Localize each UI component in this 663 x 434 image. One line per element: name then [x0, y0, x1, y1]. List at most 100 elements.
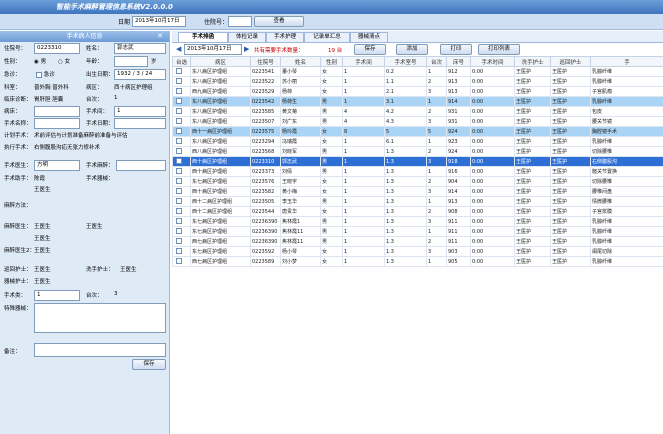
gender-female-radio[interactable]: ○ 女 [58, 57, 70, 65]
row-select-cell[interactable] [172, 66, 191, 77]
tab-schedule[interactable]: 手术排函 [178, 32, 228, 42]
table-row[interactable]: 东八病区护理组 0223507 刘广东男 4 4.3 3 931 0:00 王医护 王医护 腰关节镜 [172, 116, 663, 127]
table-row[interactable]: 西十病区护理组 0223582 黄小梅女 1 1.3 3 914 0:00 王医护 王医护 腰椎间盘 [172, 186, 663, 197]
row-select-cell[interactable] [172, 76, 191, 87]
room-field[interactable]: 1 [114, 106, 166, 117]
row-select-cell[interactable] [172, 256, 191, 267]
add-button[interactable]: 添加 [396, 44, 428, 55]
row-checkbox[interactable] [176, 78, 182, 85]
row-select-cell[interactable] [172, 246, 191, 257]
column-header[interactable]: 床号 [446, 56, 471, 67]
table-row[interactable]: 东八病区护理组 0223585 黄文菊男 4 4.2 2 931 0:00 王医护 王医护 包皮 [172, 106, 663, 117]
table-row[interactable]: 东八病区护理组 0223542 杨荷生男 1 3.1 1 914 0:00 王医护 王医护 乳腺纤维 [172, 96, 663, 107]
print-button[interactable]: 打印 [440, 44, 472, 55]
row-checkbox[interactable] [176, 108, 182, 115]
table-row[interactable]: 西九病区护理组 0223529 杨荷女 1 2.1 3 913 0:00 王医护 王医护 子宫肌瘤 [172, 86, 663, 97]
row-checkbox[interactable] [176, 98, 182, 105]
table-row[interactable]: 西十一病区护理组 0223575 杨玲霞女 8 5 5 924 0:00 王医护 王医护 胸腔镜手术 [172, 126, 663, 137]
bed-field[interactable] [34, 106, 80, 117]
op-type-field[interactable]: 1 [34, 290, 80, 301]
column-header[interactable]: 性别 [320, 56, 343, 67]
table-row[interactable]: 东七病区护理组 02236390 焦林霞11 男 1 1.3 1 911 0:00 王医护 王医护乳… [172, 226, 663, 237]
age-field[interactable] [114, 56, 148, 67]
row-checkbox[interactable] [176, 168, 182, 175]
table-row[interactable]: 西十病区护理组 0223310 郭志武男 1 1.3 3 918 0:00 王医护 王医护 右侧腹股… [172, 156, 663, 167]
row-checkbox[interactable] [176, 248, 182, 255]
row-select-cell[interactable] [172, 86, 191, 97]
table-row[interactable]: 西七病区护理组 0223589 刘小梦女 1 1.3 1 905 0:00 王医护 王医护 乳腺纤维 [172, 256, 663, 267]
name-field[interactable]: 郭志武 [114, 43, 166, 54]
row-checkbox[interactable] [176, 128, 182, 135]
column-header[interactable]: 姓名 [280, 56, 321, 67]
row-checkbox[interactable] [176, 118, 182, 125]
next-date-icon[interactable]: ▶ [244, 45, 249, 53]
table-row[interactable]: 东七病区护理组 0223592 杨小琴女 1 1.3 3 903 0:00 王医护 王医护 阑尾切除 [172, 246, 663, 257]
row-checkbox[interactable] [176, 238, 182, 245]
column-header[interactable]: 手术时间 [470, 56, 515, 67]
column-header[interactable]: 台次 [426, 56, 447, 67]
print-list-button[interactable]: 打印列表 [478, 44, 520, 55]
column-header[interactable]: 病区 [190, 56, 251, 67]
op-date-field[interactable] [114, 118, 166, 129]
row-checkbox[interactable] [176, 158, 182, 165]
row-select-cell[interactable] [172, 176, 191, 187]
column-header[interactable]: 洗手护士 [514, 56, 551, 67]
special-equipment-field[interactable] [34, 303, 166, 333]
row-select-cell[interactable] [172, 156, 191, 167]
row-checkbox[interactable] [176, 258, 182, 265]
row-checkbox[interactable] [176, 218, 182, 225]
row-select-cell[interactable] [172, 106, 191, 117]
tab-records[interactable]: 记录单汇总 [304, 32, 350, 42]
row-select-cell[interactable] [172, 96, 191, 107]
gender-male-radio[interactable]: ◉ 男 [34, 57, 46, 65]
anesthesia-select[interactable] [116, 160, 166, 171]
birth-date-field[interactable]: 1932 / 3 / 24 [114, 69, 166, 80]
remark-field[interactable] [34, 343, 166, 357]
column-header[interactable]: 巡回护士 [550, 56, 591, 67]
table-row[interactable]: 东八病区护理组 0223522 苏小丽女 1 1.1 2 913 0:00 王医护 王医护 乳腺纤维 [172, 76, 663, 87]
row-checkbox[interactable] [176, 208, 182, 215]
table-row[interactable]: 东七病区护理组 0223576 王晓宇女 1 1.3 2 904 0:00 王医护 王医护 切除腰椎 [172, 176, 663, 187]
tab-nursing[interactable]: 手术护理 [266, 32, 304, 42]
row-select-cell[interactable] [172, 236, 191, 247]
op-name-field[interactable] [34, 118, 80, 129]
prev-date-icon[interactable]: ◀ [176, 45, 181, 53]
row-select-cell[interactable] [172, 116, 191, 127]
tab-exam[interactable]: 体检记录 [228, 32, 266, 42]
row-select-cell[interactable] [172, 136, 191, 147]
tab-instrument-count[interactable]: 器械清点 [350, 32, 388, 42]
close-icon[interactable]: ✕ [157, 31, 163, 42]
table-row[interactable]: 西十二病区护理组 0223505 李玉华男 1 1.3 1 913 0:00 王医护 王医护 情微腰… [172, 196, 663, 207]
inpatient-search-input[interactable] [228, 16, 252, 27]
row-checkbox[interactable] [176, 188, 182, 195]
table-row[interactable]: 东八病区护理组 0223541 董小琴女 1 0.2 1 912 0:00 王医护 王医护 乳腺纤维 [172, 66, 663, 77]
table-row[interactable]: 西十二病区护理组 0223544 唐贵华女 1 1.3 2 908 0:00 王医护 王医护 子宫浆… [172, 206, 663, 217]
query-button[interactable]: 查看 [254, 16, 304, 27]
table-row[interactable]: 西十病区护理组 0223373 刘倩男 1 1.3 1 916 0:00 王医护 王医护 髋关节置换 [172, 166, 663, 177]
grid-save-button[interactable]: 保存 [354, 44, 386, 55]
table-row[interactable]: 西七病区护理组 02236390 焦林霞11 男 1 1.3 2 911 0:00 王医护 王医护乳… [172, 236, 663, 247]
urgent-checkbox[interactable]: 急诊 [34, 70, 55, 78]
row-checkbox[interactable] [176, 88, 182, 95]
row-checkbox[interactable] [176, 178, 182, 185]
surgeon-field[interactable]: 方明 [34, 160, 80, 171]
table-row[interactable]: 东七病区护理组 02236390 焦林霞1 男 1 1.3 3 911 0:00 王医护 王医护 乳腺… [172, 216, 663, 227]
column-header[interactable]: 手术间 [342, 56, 385, 67]
patient-save-button[interactable]: 保存 [132, 359, 166, 370]
column-header[interactable]: 手 [590, 56, 663, 67]
row-select-cell[interactable] [172, 226, 191, 237]
row-checkbox[interactable] [176, 138, 182, 145]
row-checkbox[interactable] [176, 148, 182, 155]
table-row[interactable]: 东八病区护理组 0223294 冯瑞霞女 1 6.1 1 923 0:00 王医护 王医护 乳腺纤维 [172, 136, 663, 147]
table-row[interactable]: 西八病区护理组 0223568 刘晓军男 1 1.3 2 924 0:00 王医护 王医护 切除腰椎 [172, 146, 663, 157]
row-select-cell[interactable] [172, 196, 191, 207]
inpatient-no-field[interactable]: 0223310 [34, 43, 80, 54]
row-checkbox[interactable] [176, 68, 182, 75]
row-select-cell[interactable] [172, 126, 191, 137]
row-select-cell[interactable] [172, 206, 191, 217]
column-header[interactable]: 台选 [172, 56, 191, 67]
row-checkbox[interactable] [176, 228, 182, 235]
toolbar-date-picker[interactable]: 2013年10月17日 [184, 44, 242, 55]
row-select-cell[interactable] [172, 186, 191, 197]
row-select-cell[interactable] [172, 216, 191, 227]
